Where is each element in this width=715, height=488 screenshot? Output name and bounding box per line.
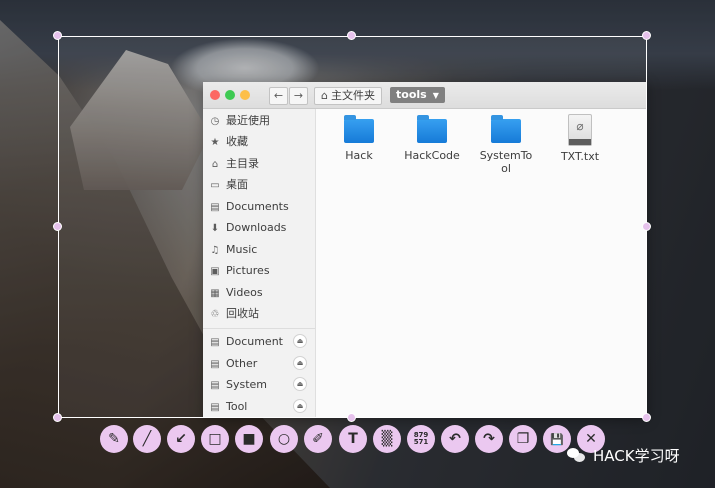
- line-tool-button[interactable]: ╱: [133, 425, 161, 453]
- selection-size-text: 879 571: [413, 431, 429, 446]
- text-icon: T: [348, 431, 358, 447]
- marker-icon: ✐: [312, 431, 324, 447]
- resize-handle-bottom-left[interactable]: [53, 413, 62, 422]
- watermark-text: HACK学习呀: [593, 447, 680, 465]
- rectangle-tool-button[interactable]: □: [201, 425, 229, 453]
- text-tool-button[interactable]: T: [339, 425, 367, 453]
- save-icon: 💾: [550, 432, 564, 446]
- filled-rectangle-icon: ■: [242, 431, 256, 447]
- arrow-tool-button[interactable]: ↙: [167, 425, 195, 453]
- blur-icon: ▒: [381, 431, 393, 447]
- selection-size-indicator[interactable]: 879 571: [407, 425, 435, 453]
- circle-icon: ○: [277, 431, 291, 447]
- resize-handle-top[interactable]: [347, 31, 356, 40]
- arrow-icon: ↙: [175, 431, 187, 447]
- resize-handle-top-left[interactable]: [53, 31, 62, 40]
- resize-handle-right[interactable]: [642, 222, 651, 231]
- resize-handle-top-right[interactable]: [642, 31, 651, 40]
- wechat-icon: [567, 447, 585, 463]
- resize-handle-left[interactable]: [53, 222, 62, 231]
- filled-rectangle-tool-button[interactable]: ■: [235, 425, 263, 453]
- circle-tool-button[interactable]: ○: [270, 425, 298, 453]
- marker-tool-button[interactable]: ✐: [304, 425, 332, 453]
- copy-button[interactable]: ❐: [509, 425, 537, 453]
- redo-icon: ↷: [483, 431, 495, 447]
- resize-handle-bottom-right[interactable]: [642, 413, 651, 422]
- undo-icon: ↶: [449, 431, 461, 447]
- redo-button[interactable]: ↷: [475, 425, 503, 453]
- copy-icon: ❐: [516, 431, 530, 447]
- capture-selection[interactable]: [58, 36, 647, 418]
- pencil-icon: ✎: [108, 431, 120, 447]
- blur-tool-button[interactable]: ▒: [373, 425, 401, 453]
- rectangle-icon: □: [208, 431, 222, 447]
- watermark: HACK学习呀: [567, 445, 680, 467]
- line-icon: ╱: [142, 431, 152, 447]
- pencil-tool-button[interactable]: ✎: [100, 425, 128, 453]
- undo-button[interactable]: ↶: [441, 425, 469, 453]
- resize-handle-bottom[interactable]: [347, 413, 356, 422]
